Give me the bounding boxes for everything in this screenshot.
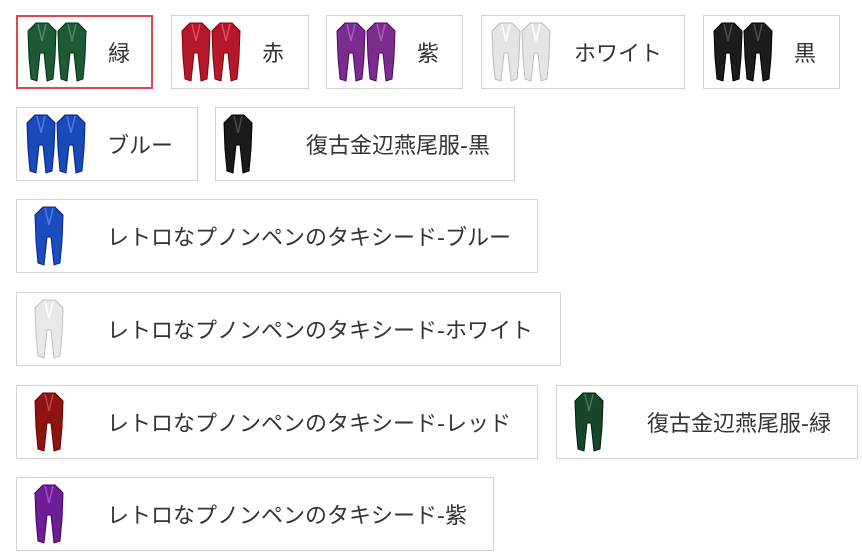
variant-label: ホワイト	[574, 42, 663, 67]
variant-label: レトロなプノンペンのタキシード-紫	[107, 504, 467, 529]
variant-option-purple[interactable]: 紫	[326, 15, 463, 89]
variant-label: レトロなプノンペンのタキシード-ホワイト	[107, 319, 533, 344]
variant-label: ブルー	[107, 134, 174, 159]
variant-option-green[interactable]: 緑	[16, 15, 153, 89]
red-tuxedo-icon	[31, 386, 71, 458]
variant-option-retro-tuxedo-purple[interactable]: レトロなプノンペンのタキシード-紫	[16, 477, 494, 551]
variant-label: 緑	[108, 42, 131, 67]
variant-label: 黒	[794, 42, 817, 67]
variant-label: 赤	[262, 42, 285, 67]
variant-option-black[interactable]: 黒	[703, 15, 840, 89]
variant-option-retro-tuxedo-blue[interactable]: レトロなプノンペンのタキシード-ブルー	[16, 199, 538, 273]
variant-label: レトロなプノンペンのタキシード-ブルー	[107, 226, 511, 251]
green-tailcoat-icon	[24, 17, 88, 87]
variant-option-retro-tuxedo-white[interactable]: レトロなプノンペンのタキシード-ホワイト	[16, 292, 561, 366]
variant-option-red[interactable]: 赤	[171, 15, 309, 89]
white-tuxedo-icon	[31, 293, 71, 365]
purple-tuxedo-icon	[31, 478, 71, 550]
purple-tailcoat-icon	[333, 16, 397, 88]
variant-option-retro-gold-green[interactable]: 復古金辺燕尾服-緑	[556, 385, 858, 459]
variant-label: 復古金辺燕尾服-黒	[306, 134, 490, 159]
green-gold-tailcoat-icon	[571, 386, 611, 458]
variant-label: 復古金辺燕尾服-緑	[647, 412, 831, 437]
variant-option-retro-tuxedo-red[interactable]: レトロなプノンペンのタキシード-レッド	[16, 385, 538, 459]
black-tailcoat-icon	[710, 16, 774, 88]
blue-tuxedo-icon	[31, 200, 71, 272]
variant-option-blue[interactable]: ブルー	[16, 107, 198, 181]
variant-option-white[interactable]: ホワイト	[481, 15, 685, 89]
white-tailcoat-size-chart-icon	[488, 16, 552, 88]
variant-label: 紫	[417, 42, 440, 67]
black-gold-tailcoat-size-chart-icon	[220, 108, 260, 180]
variant-label: レトロなプノンペンのタキシード-レッド	[107, 412, 511, 437]
variant-option-retro-gold-black[interactable]: 復古金辺燕尾服-黒	[215, 107, 515, 181]
red-tailcoat-icon	[178, 16, 242, 88]
blue-tailcoat-icon	[23, 108, 87, 180]
